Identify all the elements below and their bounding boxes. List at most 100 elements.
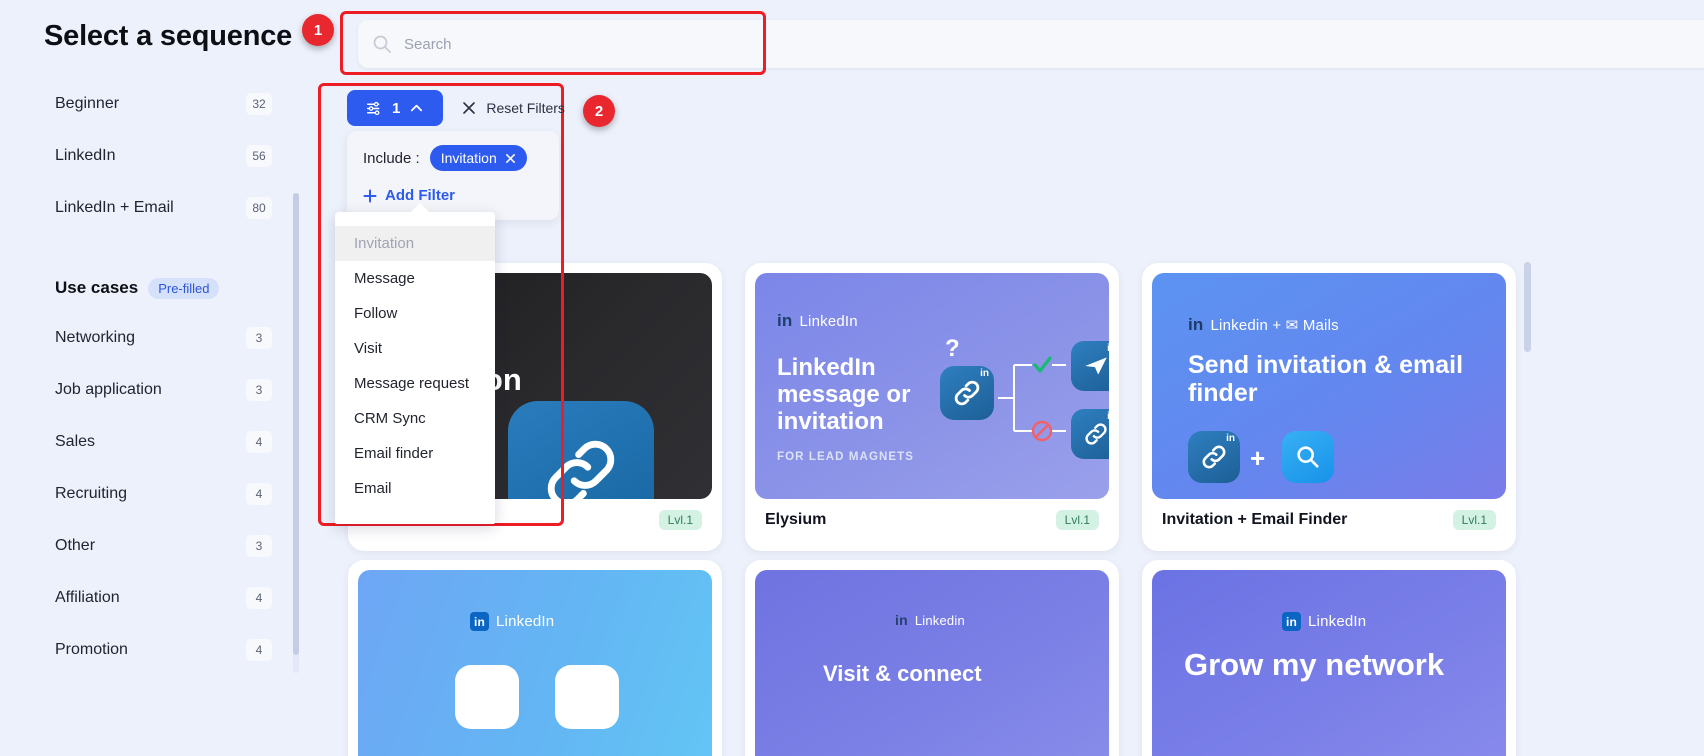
- sidebar-item-linkedin-email[interactable]: LinkedIn + Email 80: [0, 182, 300, 234]
- filter-chip-invitation[interactable]: Invitation: [429, 145, 527, 171]
- sidebar-item-count: 4: [246, 483, 272, 505]
- include-row: Include : Invitation: [363, 145, 543, 171]
- sequence-card[interactable]: in LinkedIn Grow my network: [1142, 560, 1516, 756]
- branch-connector: [998, 356, 1066, 442]
- card-level-badge: Lvl.1: [658, 510, 702, 530]
- sidebar-scrollbar-thumb[interactable]: [293, 193, 299, 655]
- sidebar-item-job-application[interactable]: Job application 3: [0, 364, 300, 416]
- card-brand: in LinkedIn: [470, 612, 554, 631]
- link-app-icon: in: [1188, 431, 1240, 483]
- sequence-card[interactable]: in Linkedin + ✉ Mails Send invitation & …: [1142, 263, 1516, 551]
- dropdown-option-label: CRM Sync: [354, 410, 426, 427]
- card-level-badge: Lvl.1: [1055, 510, 1099, 530]
- dropdown-option-email[interactable]: Email: [335, 471, 495, 506]
- sidebar-item-linkedin[interactable]: LinkedIn 56: [0, 130, 300, 182]
- sequence-card[interactable]: in Linkedin Visit & connect: [745, 560, 1119, 756]
- cards-scrollbar-thumb[interactable]: [1524, 262, 1531, 352]
- linkedin-superscript-icon: in: [1107, 411, 1109, 422]
- link-icon: [1085, 423, 1107, 445]
- add-filter-label: Add Filter: [385, 187, 455, 204]
- dropdown-option-message[interactable]: Message: [335, 261, 495, 296]
- card-title: Elysium: [765, 511, 827, 528]
- sidebar-item-count: 3: [246, 327, 272, 349]
- sidebar-item-sales[interactable]: Sales 4: [0, 416, 300, 468]
- search-icon: [373, 35, 391, 53]
- paper-plane-icon: [1085, 357, 1107, 375]
- dropdown-option-label: Visit: [354, 340, 383, 357]
- linkedin-icon: in: [1282, 612, 1301, 631]
- dropdown-option-crm-sync[interactable]: CRM Sync: [335, 401, 495, 436]
- annotation-marker-1: 1: [302, 14, 334, 46]
- sidebar-item-count: 80: [246, 197, 272, 219]
- sequence-card-grid: Invitation Invitation Lvl.1 in LinkedIn: [340, 255, 1548, 756]
- sidebar-item-label: Networking: [55, 329, 136, 346]
- dropdown-option-label: Invitation: [354, 235, 415, 252]
- card-brand-label: Linkedin: [914, 612, 965, 628]
- sidebar-item-other[interactable]: Other 3: [0, 520, 300, 572]
- card-thumbnail: in LinkedIn Grow my network: [1152, 570, 1506, 756]
- sidebar-item-count: 3: [246, 379, 272, 401]
- link-app-icon: in: [940, 366, 994, 420]
- plus-icon: +: [1250, 443, 1266, 473]
- cards-scrollbar[interactable]: [1524, 262, 1531, 667]
- card-thumb-headline: Visit & connect: [823, 661, 982, 686]
- chevron-up-icon: [411, 104, 423, 111]
- reset-filters-label: Reset Filters: [486, 100, 565, 116]
- search-icon: [1297, 446, 1319, 468]
- sidebar-item-beginner[interactable]: Beginner 32: [0, 78, 300, 130]
- email-finder-app-icon: [1282, 431, 1334, 483]
- sidebar-item-affiliation[interactable]: Affiliation 4: [0, 572, 300, 624]
- dropdown-option-label: Email: [354, 480, 392, 497]
- card-brand: in LinkedIn: [777, 311, 858, 331]
- send-app-icon: in: [1071, 341, 1109, 391]
- card-footer: Elysium Lvl.1: [755, 499, 1109, 541]
- card-thumb-headline: Send invitation & email finder: [1188, 351, 1464, 407]
- sidebar-item-promotion[interactable]: Promotion 4: [0, 624, 300, 676]
- filter-toggle-button[interactable]: 1: [347, 90, 444, 126]
- card-thumbnail: in Linkedin + ✉ Mails Send invitation & …: [1152, 273, 1506, 499]
- sidebar-item-label: Other: [55, 537, 96, 554]
- person-app-icon-secondary: [555, 665, 619, 729]
- card-brand: in Linkedin: [895, 612, 965, 628]
- add-filter-button[interactable]: Add Filter: [363, 187, 455, 204]
- dropdown-option-label: Follow: [354, 305, 398, 322]
- dropdown-option-email-finder[interactable]: Email finder: [335, 436, 495, 471]
- dropdown-caret: [410, 203, 430, 213]
- card-thumb-headline: LinkedIn message or invitation: [777, 354, 911, 435]
- dropdown-option-message-request[interactable]: Message request: [335, 366, 495, 401]
- include-label: Include :: [363, 149, 420, 167]
- sequence-card[interactable]: in LinkedIn LinkedIn message or invitati…: [745, 263, 1119, 551]
- sequence-card[interactable]: in LinkedIn: [348, 560, 722, 756]
- dropdown-option-label: Email finder: [354, 445, 434, 462]
- card-thumbnail: in LinkedIn: [358, 570, 712, 756]
- search-bar[interactable]: [358, 20, 1704, 68]
- linkedin-superscript-icon: in: [1107, 343, 1109, 354]
- sidebar-section-title: Use cases: [55, 278, 139, 297]
- question-mark-icon: ?: [945, 335, 960, 362]
- card-thumbnail: in LinkedIn LinkedIn message or invitati…: [755, 273, 1109, 499]
- prefilled-badge: Pre-filled: [148, 277, 220, 299]
- sidebar-item-count: 4: [246, 587, 272, 609]
- reset-filters-button[interactable]: Reset Filters: [461, 100, 565, 116]
- sidebar-section-use-cases: Use cases Pre-filled: [0, 264, 300, 312]
- sidebar-item-count: 3: [246, 535, 272, 557]
- filter-toolbar: 1 Reset Filters: [347, 90, 565, 126]
- sidebar-scrollbar[interactable]: [293, 193, 299, 673]
- sidebar-item-networking[interactable]: Networking 3: [0, 312, 300, 364]
- link-app-icon: [508, 401, 654, 499]
- sidebar-item-label: Promotion: [55, 641, 128, 658]
- close-icon: [463, 102, 476, 114]
- dropdown-option-visit[interactable]: Visit: [335, 331, 495, 366]
- sidebar-item-label: Beginner: [55, 95, 120, 112]
- sidebar-item-recruiting[interactable]: Recruiting 4: [0, 468, 300, 520]
- linkedin-icon: in: [777, 311, 793, 330]
- card-brand-label: LinkedIn: [799, 312, 858, 330]
- dropdown-option-follow[interactable]: Follow: [335, 296, 495, 331]
- link-icon: [954, 380, 980, 406]
- close-icon[interactable]: [505, 153, 516, 164]
- dropdown-option-invitation[interactable]: Invitation: [335, 226, 495, 261]
- linkedin-icon: in: [895, 612, 908, 628]
- card-title: Invitation + Email Finder: [1162, 511, 1348, 528]
- filter-count-label: 1: [392, 99, 401, 117]
- search-input[interactable]: [404, 35, 1704, 53]
